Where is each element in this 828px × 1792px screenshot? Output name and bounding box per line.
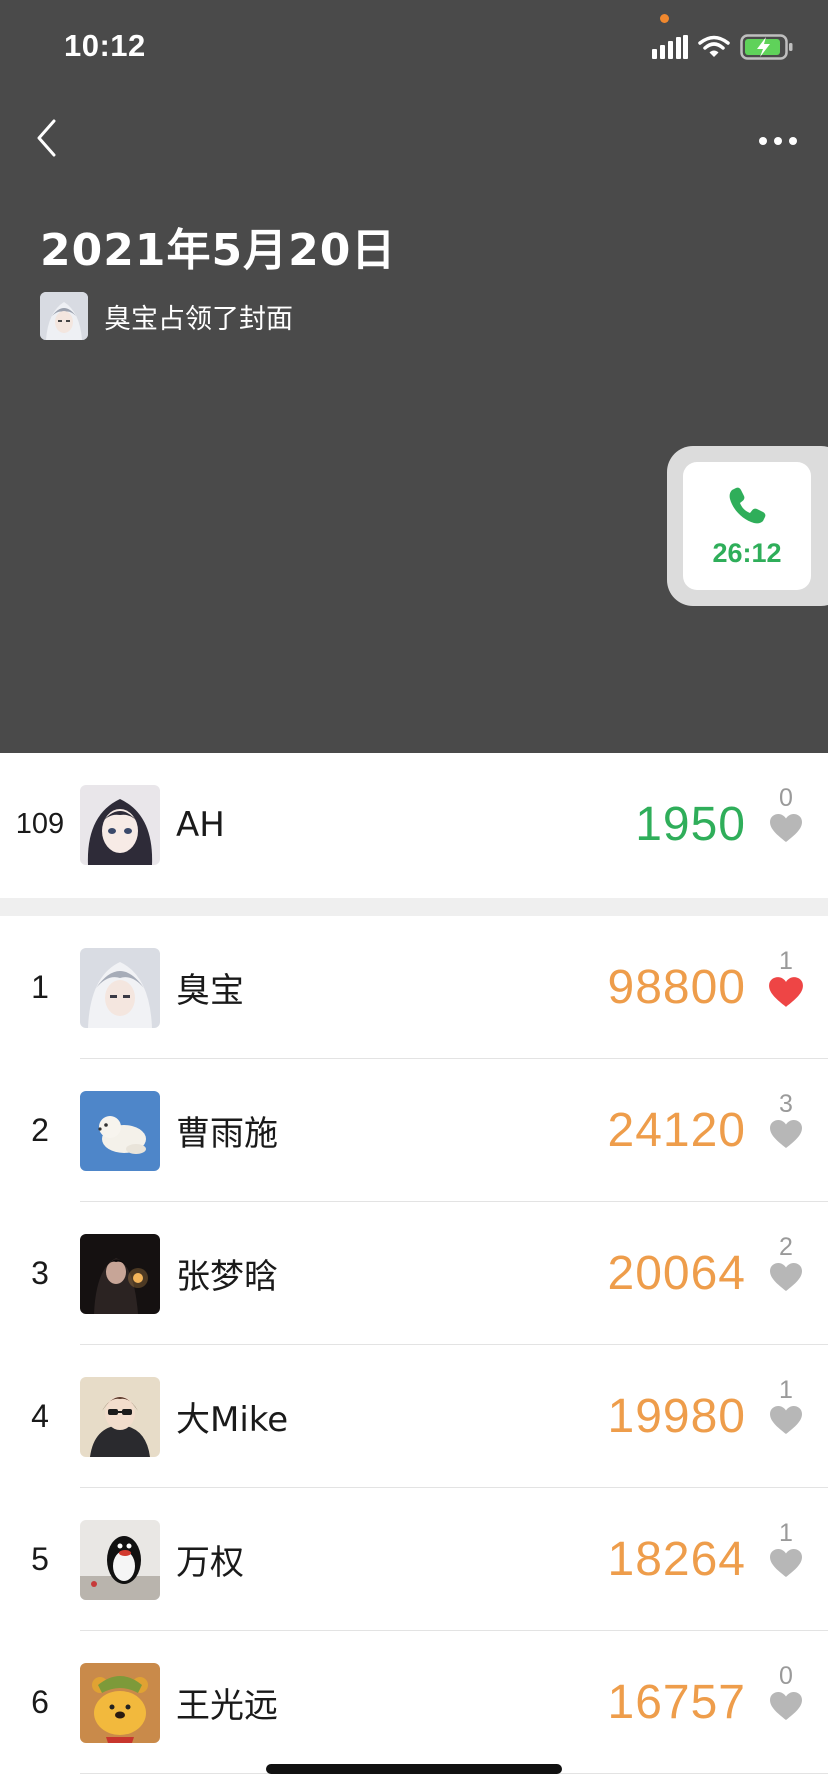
avatar[interactable]: [80, 948, 160, 1028]
signal-icon: [652, 35, 688, 63]
like-count: 1: [779, 1376, 793, 1404]
ellipsis-icon: [758, 131, 798, 150]
ranking-row[interactable]: 2 曹雨施 24120 3: [0, 1059, 828, 1202]
cover-owner[interactable]: 臭宝占领了封面: [40, 292, 293, 340]
like-button[interactable]: 1: [760, 1518, 812, 1582]
like-count: 3: [779, 1090, 793, 1118]
user-name: 王光远: [176, 1686, 278, 1726]
like-button[interactable]: 3: [760, 1089, 812, 1153]
heart-icon: [769, 1405, 803, 1439]
call-duration: 26:12: [712, 537, 782, 568]
avatar[interactable]: [80, 1091, 160, 1171]
status-time: 10:12: [64, 28, 146, 63]
like-button[interactable]: 0: [760, 783, 812, 847]
wifi-icon: [698, 35, 730, 63]
rank-number: 2: [31, 1112, 49, 1148]
rank-number: 1: [31, 969, 49, 1005]
avatar[interactable]: [80, 1663, 160, 1743]
like-count: 1: [779, 1519, 793, 1547]
like-button[interactable]: 1: [760, 946, 812, 1012]
cover-owner-text: 臭宝占领了封面: [104, 303, 293, 335]
cover-date: 2021年5月20日: [40, 225, 397, 276]
step-count: 19980: [607, 1390, 746, 1443]
user-name: 大Mike: [176, 1400, 289, 1440]
like-count: 0: [779, 784, 793, 812]
heart-icon: [768, 976, 804, 1012]
user-name: 曹雨施: [176, 1114, 278, 1154]
ranking-row[interactable]: 3 张梦晗 20064 2: [0, 1202, 828, 1345]
user-name: 万权: [176, 1543, 244, 1583]
ranking-row[interactable]: 5 万权 18264 1: [0, 1488, 828, 1631]
avatar[interactable]: [80, 785, 160, 865]
my-ranking-row[interactable]: 109 AH 1950 0: [0, 753, 828, 896]
call-float-widget[interactable]: 26:12: [667, 446, 828, 606]
heart-icon: [769, 1548, 803, 1582]
rank-number: 6: [31, 1684, 49, 1720]
avatar: [40, 292, 88, 340]
ranking-row[interactable]: 1 臭宝 98800 1: [0, 916, 828, 1059]
like-button[interactable]: 0: [760, 1661, 812, 1725]
heart-icon: [769, 1691, 803, 1725]
step-count: 20064: [607, 1247, 746, 1300]
rank-number: 3: [31, 1255, 49, 1291]
step-count: 1950: [635, 798, 746, 851]
battery-charging-icon: [740, 34, 794, 64]
rank-number: 4: [31, 1398, 49, 1434]
rank-number: 109: [15, 808, 65, 840]
step-count: 18264: [607, 1533, 746, 1586]
phone-icon: [726, 484, 768, 530]
call-widget-inner: 26:12: [683, 462, 811, 590]
like-count: 1: [779, 947, 793, 975]
heart-icon: [769, 813, 803, 847]
chevron-left-icon: [35, 118, 57, 162]
home-indicator[interactable]: [266, 1764, 562, 1774]
step-count: 98800: [607, 961, 746, 1014]
like-button[interactable]: 1: [760, 1375, 812, 1439]
avatar[interactable]: [80, 1377, 160, 1457]
like-count: 0: [779, 1662, 793, 1690]
heart-icon: [769, 1119, 803, 1153]
rank-number: 5: [31, 1541, 49, 1577]
section-gap: [0, 898, 828, 916]
user-name: 张梦晗: [176, 1257, 278, 1297]
ranking-row[interactable]: 4 大Mike 19980 1: [0, 1345, 828, 1488]
like-button[interactable]: 2: [760, 1232, 812, 1296]
cover-area: 10:12 2021年5月20日 臭宝占领了封面: [0, 0, 828, 753]
avatar[interactable]: [80, 1234, 160, 1314]
status-icons: [652, 34, 794, 64]
user-name: AH: [176, 804, 225, 845]
heart-icon: [769, 1262, 803, 1296]
privacy-indicator-dot: [660, 14, 669, 23]
more-button[interactable]: [754, 118, 802, 162]
avatar[interactable]: [80, 1520, 160, 1600]
step-ranking-page: 10:12 2021年5月20日 臭宝占领了封面 26:12 109 AH 19…: [0, 0, 828, 1792]
back-button[interactable]: [26, 115, 66, 165]
like-count: 2: [779, 1233, 793, 1261]
ranking-row[interactable]: 6 王光远 16757 0: [0, 1631, 828, 1774]
step-count: 16757: [607, 1676, 746, 1729]
step-count: 24120: [607, 1104, 746, 1157]
user-name: 臭宝: [176, 971, 244, 1011]
